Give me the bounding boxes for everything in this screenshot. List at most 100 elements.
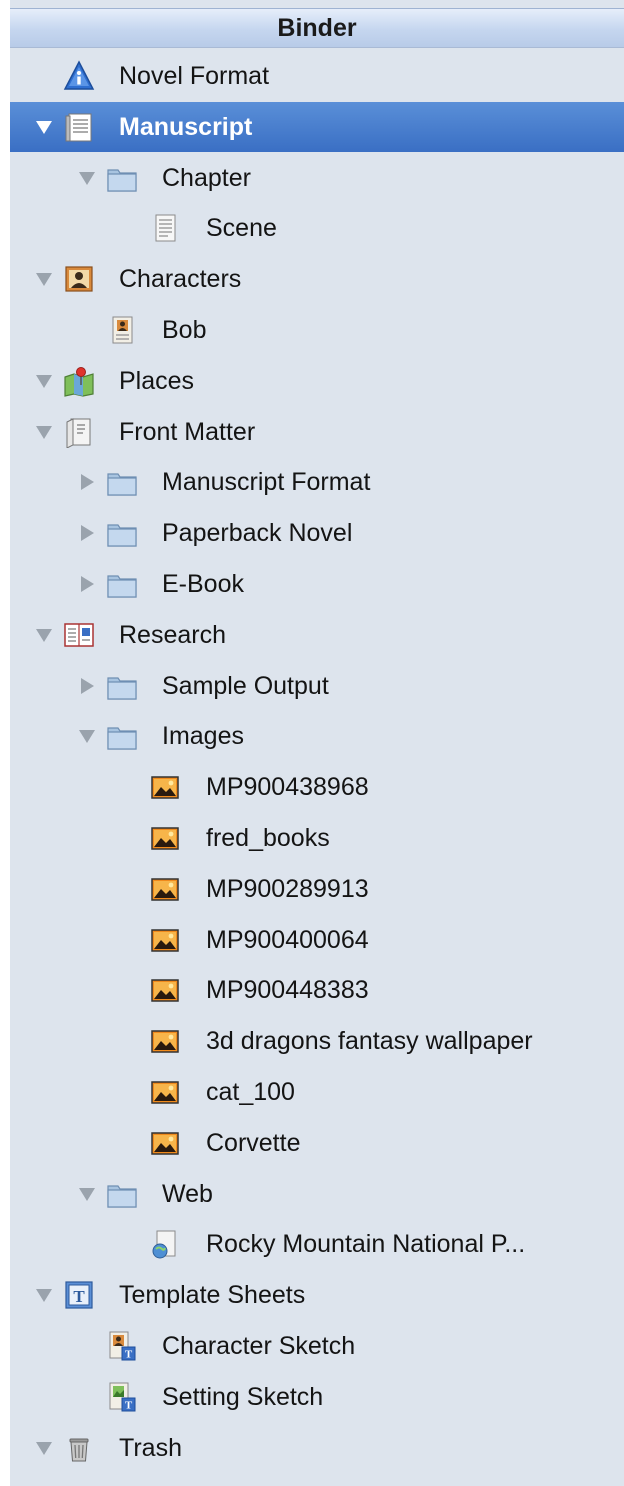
image-icon [149,822,181,854]
binder-item-3d-dragons-fantasy-wallpaper[interactable]: 3d dragons fantasy wallpaper [10,1016,624,1066]
folder-icon [106,568,138,600]
binder-item-label: Trash [119,1433,182,1462]
binder-item-places[interactable]: Places [10,356,624,406]
disclosure-triangle-down-icon[interactable] [34,1285,54,1305]
binder-item-label: 3d dragons fantasy wallpaper [206,1027,533,1056]
binder-item-mp900448383[interactable]: MP900448383 [10,965,624,1015]
binder-item-scene[interactable]: Scene [10,203,624,253]
binder-item-trash[interactable]: Trash [10,1423,624,1473]
binder-item-label: fred_books [206,824,330,852]
binder-item-label: E-Book [162,570,244,598]
binder-item-mp900289913[interactable]: MP900289913 [10,864,624,914]
binder-item-paperback-novel[interactable]: Paperback Novel [10,508,624,558]
binder-item-label: MP900289913 [206,874,369,903]
binder-item-label: Places [119,366,195,395]
disclosure-triangle-down-icon[interactable] [77,168,97,188]
disclosure-triangle-down-icon[interactable] [34,1438,54,1458]
disclosure-triangle-right-icon[interactable] [77,574,97,594]
binder-item-chapter[interactable]: Chapter [10,153,624,203]
binder-sidebar: Binder Novel Format Manuscript Chapter Scen… [10,0,624,1486]
template-icon: T [63,1279,95,1311]
svg-text:T: T [125,1399,133,1411]
folder-icon [106,466,138,498]
image-icon [149,873,181,905]
folder-icon [106,162,138,194]
binder-item-label: Sample Output [162,671,329,700]
binder-item-novel-format[interactable]: Novel Format [10,51,624,101]
binder-item-research[interactable]: Research [10,610,624,660]
binder-item-mp900400064[interactable]: MP900400064 [10,915,624,965]
image-icon [149,1127,181,1159]
trash-icon [63,1432,95,1464]
binder-item-label: Novel Format [119,62,270,90]
binder-item-label: MP900438968 [206,773,369,802]
disclosure-triangle-right-icon[interactable] [77,472,97,492]
image-icon [149,974,181,1006]
disclosure-triangle-down-icon[interactable] [77,726,97,746]
image-icon [149,1076,181,1108]
folder-icon [106,1178,138,1210]
binder-item-label: Front Matter [119,417,256,446]
binder-item-character-sketch[interactable]: T Character Sketch [10,1321,624,1371]
folder-icon [106,517,138,549]
binder-item-fred-books[interactable]: fred_books [10,813,624,863]
info-icon [63,60,95,92]
binder-item-label: Manuscript [119,112,253,141]
disclosure-triangle-right-icon[interactable] [77,676,97,696]
binder-item-setting-sketch[interactable]: T Setting Sketch [10,1372,624,1422]
svg-text:T: T [125,1349,133,1361]
image-icon [149,924,181,956]
binder-item-label: Manuscript Format [162,468,371,497]
binder-item-label: Research [119,620,226,649]
binder-item-label: Web [162,1179,213,1208]
characters-icon [63,263,95,295]
binder-item-label: Character Sketch [162,1332,356,1360]
binder-item-label: Bob [162,316,207,344]
character-card-icon [106,314,138,346]
binder-item-bob[interactable]: Bob [10,305,624,355]
binder-item-characters[interactable]: Characters [10,254,624,304]
binder-item-template-sheets[interactable]: T Template Sheets [10,1270,624,1320]
image-icon [149,771,181,803]
disclosure-triangle-down-icon[interactable] [34,625,54,645]
setting-sketch-icon: T [106,1381,138,1413]
binder-title: Binder [277,14,357,42]
disclosure-triangle-down-icon[interactable] [34,269,54,289]
binder-item-label: MP900400064 [206,925,369,954]
binder-item-mp900438968[interactable]: MP900438968 [10,762,624,812]
document-icon [149,212,181,244]
binder-item-manuscript[interactable]: Manuscript [10,101,624,152]
disclosure-triangle-down-icon[interactable] [34,371,54,391]
binder-item-label: Images [162,722,244,751]
binder-item-sample-output[interactable]: Sample Output [10,661,624,711]
disclosure-triangle-down-icon[interactable] [77,1184,97,1204]
binder-item-label: cat_100 [206,1078,295,1106]
image-icon [149,1025,181,1057]
binder-item-web[interactable]: Web [10,1169,624,1219]
binder-item-label: Template Sheets [119,1281,306,1310]
manuscript-icon [63,111,95,143]
binder-item-e-book[interactable]: E-Book [10,559,624,609]
svg-text:T: T [73,1287,85,1306]
binder-item-manuscript-format[interactable]: Manuscript Format [10,457,624,507]
disclosure-triangle-down-icon[interactable] [34,117,54,137]
disclosure-triangle-down-icon[interactable] [34,422,54,442]
binder-item-label: Chapter [162,163,251,192]
character-sketch-icon: T [106,1330,138,1362]
places-icon [63,365,95,397]
binder-item-label: Paperback Novel [162,519,353,548]
folder-icon [106,670,138,702]
binder-item-front-matter[interactable]: Front Matter [10,407,624,457]
webpage-icon [149,1228,181,1260]
binder-header[interactable]: Binder [10,8,624,48]
binder-item-label: Scene [206,214,277,243]
folder-icon [106,720,138,752]
binder-item-label: MP900448383 [206,976,369,1005]
binder-item-rocky-mountain-national-p[interactable]: Rocky Mountain National P... [10,1219,624,1269]
binder-item-images[interactable]: Images [10,711,624,761]
disclosure-triangle-right-icon[interactable] [77,523,97,543]
binder-item-corvette[interactable]: Corvette [10,1118,624,1168]
binder-item-label: Characters [119,265,242,294]
binder-item-cat-100[interactable]: cat_100 [10,1067,624,1117]
front-matter-icon [63,416,95,449]
